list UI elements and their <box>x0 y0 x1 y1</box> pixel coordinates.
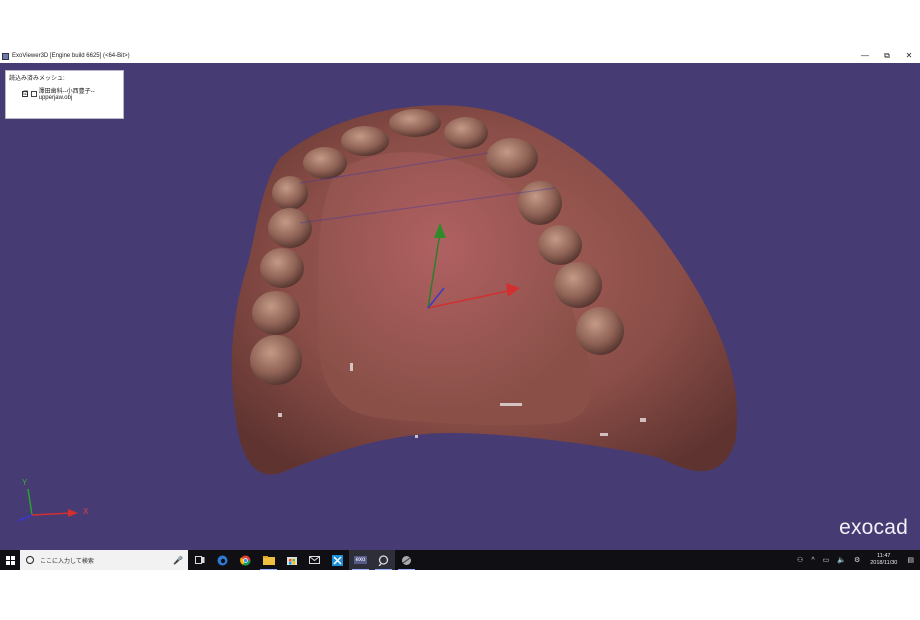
loaded-mesh-panel: 読込み済みメッシュ: ☑ 澤田歯科--小西豊子--upperjaw.obj <box>5 70 124 119</box>
system-tray: ⚇ ^ ▭ 🔈 ⚙ 11:47 2018/11/30 ▤ <box>793 553 920 567</box>
app-icon <box>2 52 9 60</box>
3d-viewport[interactable]: Y X 読込み済みメッシュ: ☑ 澤田歯科--小西豊子--upperjaw.ob… <box>0 63 920 550</box>
mesh-panel-title: 読込み済みメッシュ: <box>9 76 65 82</box>
exo-label: exo <box>353 556 368 564</box>
exocad-app-icon[interactable] <box>326 550 349 570</box>
minimize-button[interactable]: — <box>854 51 876 61</box>
windows-logo-icon <box>5 555 15 565</box>
clock-date: 2018/11/30 <box>870 560 898 566</box>
taskbar-search-box[interactable]: ここに入力して検索 🎤 <box>20 550 188 570</box>
task-view-icon[interactable] <box>188 550 211 570</box>
settings-gear-icon[interactable]: ⚙ <box>854 556 860 564</box>
axis-label-x: X <box>83 507 89 516</box>
mesh-file-name: 澤田歯科--小西豊子--upperjaw.obj <box>38 89 95 101</box>
axis-orientation-gizmo <box>17 488 78 522</box>
upper-jaw-mesh[interactable] <box>0 63 920 550</box>
search-placeholder: ここに入力して検索 <box>40 558 94 565</box>
exoviewer-icon[interactable] <box>372 550 395 570</box>
misc-app-icon[interactable] <box>395 550 418 570</box>
chrome-icon[interactable] <box>234 550 257 570</box>
store-icon[interactable] <box>280 550 303 570</box>
window-title: ExoViewer3D [Engine build 6625] (<64-Bit… <box>12 53 130 59</box>
windows-taskbar: ここに入力して検索 🎤 exo ⚇ ^ ▭ 🔈 ⚙ 11:47 2018/11/… <box>0 550 920 570</box>
mesh-list-item[interactable]: ☑ 澤田歯科--小西豊子--upperjaw.obj <box>22 86 120 101</box>
edge-icon[interactable] <box>211 550 234 570</box>
window-title-bar[interactable]: ExoViewer3D [Engine build 6625] (<64-Bit… <box>0 49 920 63</box>
axis-label-y: Y <box>22 478 28 487</box>
exo-app-icon[interactable]: exo <box>349 550 372 570</box>
network-icon[interactable]: ▭ <box>823 556 830 564</box>
notification-center-icon[interactable]: ▤ <box>907 556 914 564</box>
show-hidden-icons-chevron-icon[interactable]: ^ <box>811 557 814 564</box>
close-button[interactable]: ✕ <box>898 51 920 61</box>
exocad-logo: exocad <box>839 516 908 539</box>
microphone-icon[interactable]: 🎤 <box>173 556 183 565</box>
cortana-icon <box>26 556 34 564</box>
clock-time: 11:47 <box>877 553 891 559</box>
volume-icon[interactable]: 🔈 <box>837 556 846 564</box>
people-icon[interactable]: ⚇ <box>797 556 803 564</box>
file-explorer-icon[interactable] <box>257 550 280 570</box>
start-button[interactable] <box>0 550 20 570</box>
restore-button[interactable]: ⧉ <box>876 51 898 61</box>
desktop-screen: ExoViewer3D [Engine build 6625] (<64-Bit… <box>0 49 920 570</box>
clock[interactable]: 11:47 2018/11/30 <box>870 553 897 567</box>
mail-icon[interactable] <box>303 550 326 570</box>
mesh-visibility-checkbox[interactable]: ☑ <box>22 90 28 97</box>
mesh-file-icon <box>31 90 37 97</box>
